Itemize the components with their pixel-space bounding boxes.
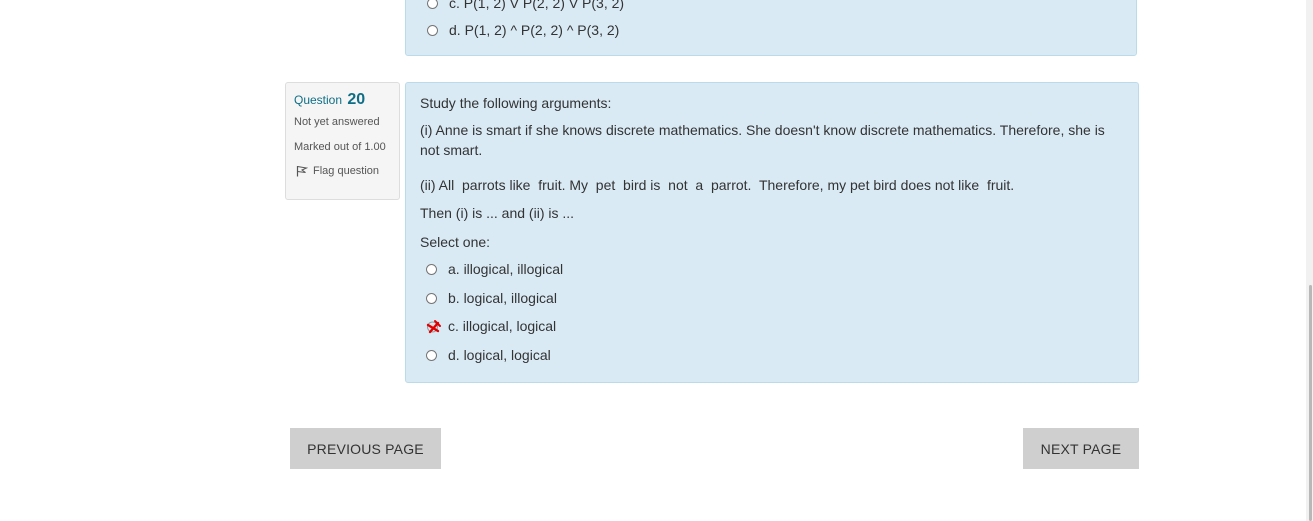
flag-icon — [296, 166, 308, 177]
answer-option-label: b. logical, illogical — [448, 290, 557, 306]
radio-button[interactable] — [426, 292, 437, 304]
quiz-page: c. P(1, 2) V P(2, 2) V P(3, 2) d. P(1, 2… — [0, 0, 1313, 521]
question-argument-2: (ii) All parrots like fruit. My pet bird… — [420, 177, 1015, 193]
scrollbar-thumb[interactable] — [1309, 285, 1312, 521]
radio-button[interactable] — [426, 263, 437, 275]
next-page-button[interactable]: NEXT PAGE — [1023, 428, 1139, 469]
answer-option[interactable]: a. illogical, illogical — [426, 259, 563, 279]
question-number-value: 20 — [347, 91, 366, 108]
selected-incorrect-icon[interactable] — [426, 318, 442, 334]
answer-option[interactable]: b. logical, illogical — [426, 288, 557, 308]
question-conclusion: Then (i) is ... and (ii) is ... — [420, 205, 575, 221]
question-argument-1: (i) Anne is smart if she knows discrete … — [420, 122, 1105, 158]
question-content: Study the following arguments: (i) Anne … — [405, 82, 1139, 383]
answer-option[interactable]: d. P(1, 2) ^ P(2, 2) ^ P(3, 2) — [427, 20, 619, 40]
page-scrollbar[interactable] — [1306, 0, 1313, 521]
answer-option-label: d. logical, logical — [448, 347, 551, 363]
previous-question-content: c. P(1, 2) V P(2, 2) V P(3, 2) d. P(1, 2… — [405, 0, 1137, 56]
answer-option-label: a. illogical, illogical — [448, 261, 564, 277]
radio-button[interactable] — [427, 0, 438, 9]
radio-button[interactable] — [426, 349, 437, 361]
question-state: Not yet answered — [294, 116, 380, 128]
answer-option-label: d. P(1, 2) ^ P(2, 2) ^ P(3, 2) — [449, 22, 620, 38]
answer-option-label: c. P(1, 2) V P(2, 2) V P(3, 2) — [449, 0, 625, 11]
select-one-prompt: Select one: — [420, 234, 491, 250]
radio-button[interactable] — [427, 24, 438, 36]
question-number: Question 20 — [294, 91, 399, 109]
answer-option-selected[interactable]: c. illogical, logical — [426, 316, 556, 336]
answer-option[interactable]: c. P(1, 2) V P(2, 2) V P(3, 2) — [427, 0, 624, 13]
question-number-label: Question — [294, 93, 343, 107]
question-intro: Study the following arguments: — [420, 95, 612, 111]
flag-question-link[interactable]: Flag question — [294, 165, 399, 177]
question-grade: Marked out of 1.00 — [294, 141, 386, 153]
question-info: Question 20 Not yet answered Marked out … — [285, 82, 400, 200]
answer-option[interactable]: d. logical, logical — [426, 345, 551, 365]
flag-question-label: Flag question — [313, 165, 380, 177]
answer-option-label: c. illogical, logical — [448, 318, 557, 334]
previous-page-button[interactable]: PREVIOUS PAGE — [290, 428, 441, 469]
